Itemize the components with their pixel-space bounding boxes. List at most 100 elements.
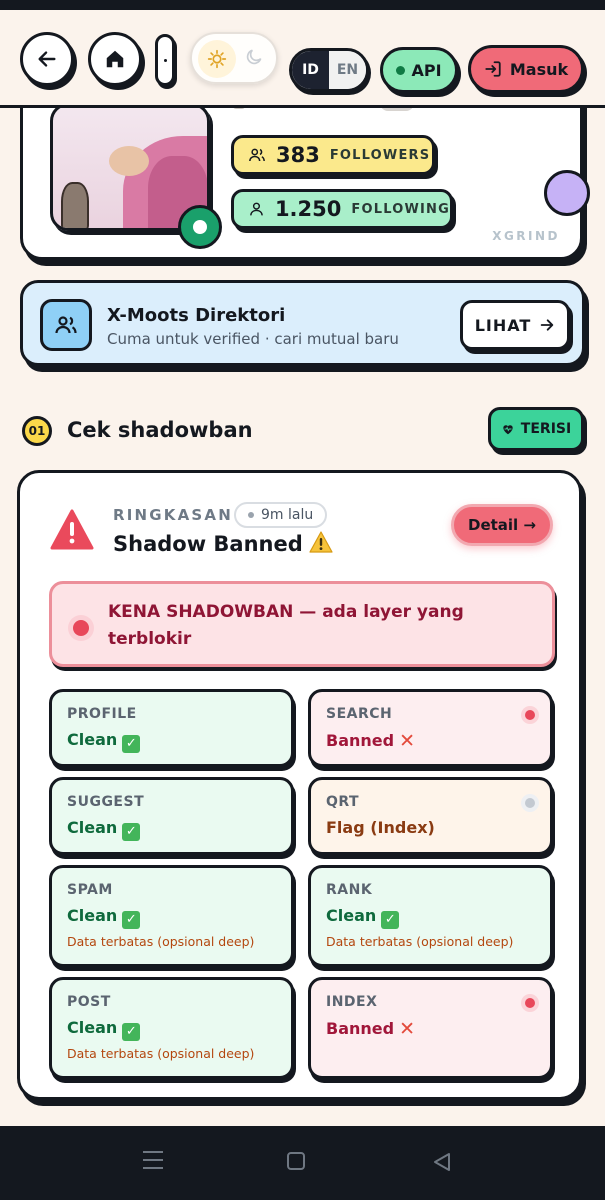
system-back-icon[interactable]: [432, 1152, 452, 1172]
directory-title: X-Moots Direktori: [107, 305, 286, 326]
alert-text: KENA SHADOWBAN — ada layer yang terbloki…: [108, 602, 464, 649]
following-stat[interactable]: 1.250 FOLLOWING: [231, 189, 453, 229]
check-value: Banned ✕: [326, 1018, 415, 1040]
check-note: Data terbatas (opsional deep): [67, 934, 255, 949]
status-dot-icon: [525, 798, 535, 808]
users-icon: [249, 148, 265, 162]
check-label: SUGGEST: [67, 794, 145, 810]
check-value: Clean ✓: [67, 906, 141, 929]
users-icon: [40, 299, 92, 351]
theme-toggle[interactable]: [190, 32, 278, 84]
followers-label: FOLLOWERS: [329, 147, 431, 163]
check-value-text: Flag (Index): [326, 818, 435, 837]
check-label: INDEX: [326, 994, 378, 1010]
status-bar: [0, 0, 605, 10]
language-switch[interactable]: ID EN: [289, 48, 369, 92]
shadowban-result-card: RINGKASAN 9m lalu Shadow Banned Detail →…: [17, 470, 582, 1100]
check-tile-rank[interactable]: RANK Clean ✓ Data terbatas (opsional deep): [308, 865, 553, 967]
check-mark-icon: ✓: [122, 1023, 141, 1041]
back-button[interactable]: [20, 32, 74, 86]
login-button[interactable]: Masuk: [468, 45, 584, 93]
status-text: Shadow Banned: [113, 532, 303, 556]
recent-apps-icon[interactable]: [143, 1151, 163, 1171]
check-label: RANK: [326, 882, 373, 898]
check-tile-spam[interactable]: SPAM Clean ✓ Data terbatas (opsional deep): [49, 865, 294, 967]
lang-id-option[interactable]: ID: [292, 51, 329, 89]
check-value: Flag (Index): [326, 818, 435, 837]
brand-watermark: XGRIND: [492, 229, 560, 243]
online-status-indicator: [178, 205, 222, 249]
check-label: SEARCH: [326, 706, 393, 722]
cross-mark-icon: ✕: [399, 1018, 415, 1040]
top-nav: ID EN API Masuk: [0, 10, 605, 108]
api-status-dot: [396, 65, 406, 75]
check-value-text: Clean: [67, 906, 118, 925]
check-mark-icon: ✓: [381, 911, 400, 929]
login-icon: [485, 61, 501, 77]
status-dot-icon: [525, 710, 535, 720]
floating-chat-button[interactable]: [544, 170, 590, 216]
check-tile-qrt[interactable]: QRT Flag (Index): [308, 777, 553, 855]
check-label: SPAM: [67, 882, 113, 898]
check-value-text: Clean: [67, 1018, 118, 1037]
check-value: Clean ✓: [67, 1018, 141, 1041]
directory-subtitle: Cuma untuk verified · cari mutual baru: [107, 330, 399, 348]
followers-count: 383: [276, 143, 320, 167]
check-value: Banned ✕: [326, 730, 415, 752]
arrow-left-icon: [38, 51, 56, 67]
check-label: QRT: [326, 794, 360, 810]
user-icon: [250, 202, 263, 216]
check-mark-icon: ✓: [122, 911, 141, 929]
warning-icon: [50, 509, 94, 550]
check-value-text: Clean: [67, 818, 118, 837]
check-value: Clean ✓: [67, 818, 141, 841]
check-tile-post[interactable]: POST Clean ✓ Data terbatas (opsional deep): [49, 977, 294, 1079]
lang-en-option[interactable]: EN: [329, 51, 366, 89]
sun-icon: [198, 40, 236, 78]
detail-button[interactable]: Detail →: [451, 504, 553, 546]
check-label: POST: [67, 994, 111, 1010]
check-value-text: Clean: [326, 906, 377, 925]
shadowban-alert: KENA SHADOWBAN — ada layer yang terbloki…: [49, 581, 555, 667]
check-label: PROFILE: [67, 706, 137, 722]
check-tile-index[interactable]: INDEX Banned ✕: [308, 977, 553, 1079]
heart-pulse-icon: [503, 425, 513, 435]
warning-emoji-icon: [309, 531, 333, 558]
check-tile-suggest[interactable]: SUGGEST Clean ✓: [49, 777, 294, 855]
last-checked-badge: 9m lalu: [234, 502, 328, 528]
menu-handle-button[interactable]: [155, 34, 175, 86]
check-value-text: Banned: [326, 1019, 395, 1038]
check-mark-icon: ✓: [122, 823, 141, 841]
following-label: FOLLOWING: [351, 201, 450, 217]
filled-status-label: TERISI: [520, 421, 572, 437]
api-label: API: [411, 60, 442, 80]
check-tile-search[interactable]: SEARCH Banned ✕: [308, 689, 553, 767]
view-directory-label: LIHAT: [474, 315, 532, 335]
system-nav-bar: [0, 1126, 605, 1200]
check-value: Clean ✓: [326, 906, 400, 929]
check-value: Clean ✓: [67, 730, 141, 753]
moon-icon: [246, 49, 262, 65]
check-mark-icon: ✓: [122, 735, 141, 753]
summary-label: RINGKASAN: [113, 506, 233, 524]
check-note: Data terbatas (opsional deep): [67, 1046, 255, 1061]
following-count: 1.250: [274, 197, 342, 221]
clock-dot-icon: [248, 512, 254, 518]
check-value-text: Banned: [326, 731, 395, 750]
system-home-icon[interactable]: [287, 1152, 305, 1170]
followers-stat[interactable]: 383 FOLLOWERS: [231, 135, 435, 175]
home-button[interactable]: [88, 32, 142, 86]
filled-status-badge[interactable]: TERISI: [488, 407, 584, 451]
api-button[interactable]: API: [380, 47, 458, 93]
login-label: Masuk: [509, 59, 569, 79]
home-icon: [106, 50, 124, 68]
cross-mark-icon: ✕: [399, 730, 415, 752]
view-directory-button[interactable]: LIHAT: [460, 300, 570, 350]
directory-banner: X-Moots Direktori Cuma untuk verified · …: [20, 280, 585, 366]
check-value-text: Clean: [67, 730, 118, 749]
section-title: Cek shadowban: [67, 418, 253, 442]
alert-dot-icon: [73, 620, 89, 636]
check-tile-profile[interactable]: PROFILE Clean ✓: [49, 689, 294, 767]
section-number: 01: [22, 416, 52, 446]
last-checked-time: 9m lalu: [261, 507, 314, 523]
